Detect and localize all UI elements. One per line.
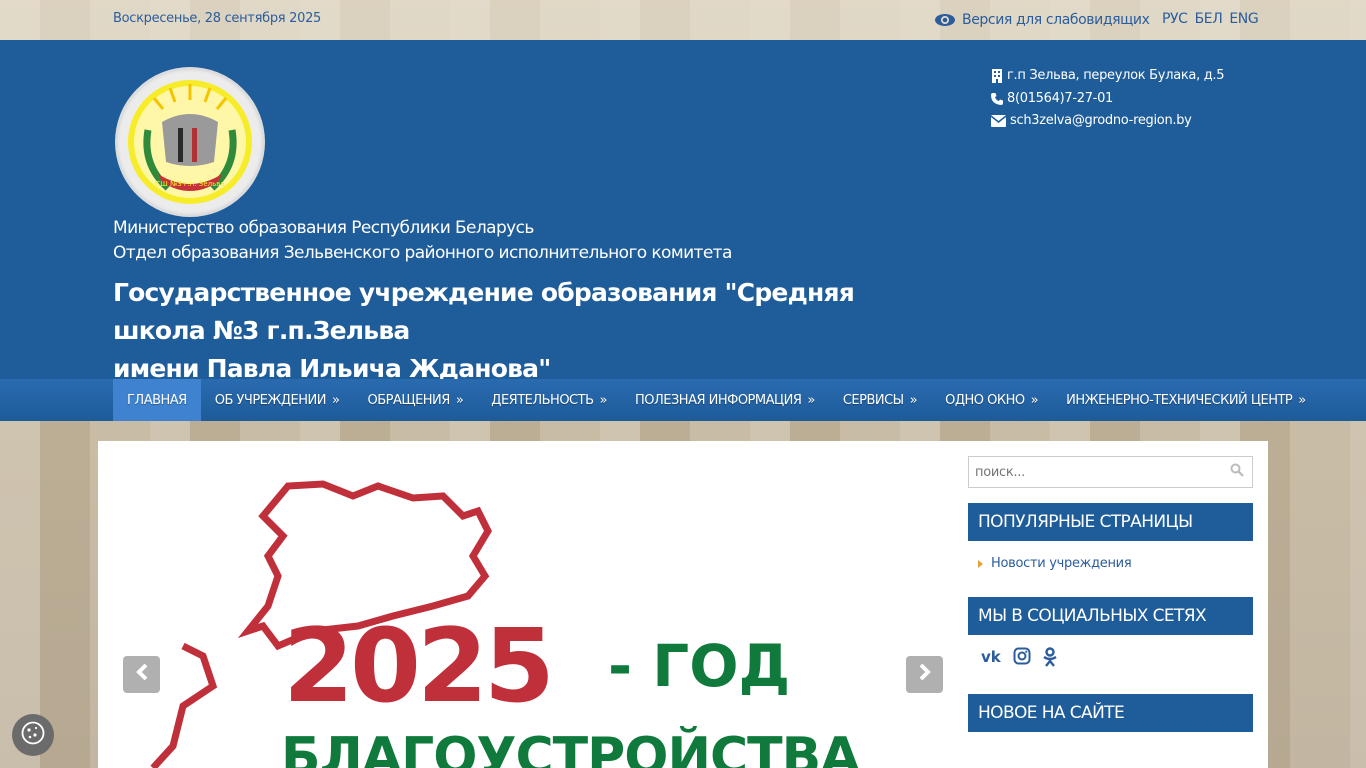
nav-item-home[interactable]: Главная xyxy=(113,379,201,421)
chevron-left-icon xyxy=(135,663,149,686)
chevron-right-icon xyxy=(918,663,932,686)
popular-pages-title: Популярные страницы xyxy=(968,503,1253,541)
low-vision-link[interactable]: Версия для слабовидящих xyxy=(934,10,1150,30)
bullet-arrow-icon xyxy=(978,559,983,568)
email-text[interactable]: sch3zelva@grodno-region.by xyxy=(1010,110,1192,133)
school-title-line-1: Государственное учреждение образования "… xyxy=(113,278,855,345)
instagram-icon[interactable] xyxy=(1013,647,1031,672)
phone-row: 8(01564)7-27-01 xyxy=(991,88,1224,111)
search-icon[interactable] xyxy=(1230,463,1244,482)
popular-link-label: Новости учреждения xyxy=(991,556,1132,571)
nav-item-appeals[interactable]: Обращения» xyxy=(353,379,477,421)
lang-be[interactable]: БЕЛ xyxy=(1195,11,1223,27)
slide-year: 2025 xyxy=(283,607,551,726)
main-content: 2025 - ГОД БЛАГОУСТРОЙСТВА Популярные ст… xyxy=(98,441,1268,768)
language-switcher: РУС БЕЛ ENG xyxy=(1162,11,1259,27)
image-slider: 2025 - ГОД БЛАГОУСТРОЙСТВА xyxy=(113,456,948,768)
popular-link-news[interactable]: Новости учреждения xyxy=(978,556,1253,571)
nav-item-useful-info[interactable]: Полезная информация» xyxy=(621,379,829,421)
lang-en[interactable]: ENG xyxy=(1229,11,1258,27)
top-bar: Воскресенье, 28 сентября 2025 Версия для… xyxy=(0,0,1366,40)
search-box xyxy=(968,456,1253,488)
eye-icon xyxy=(934,13,956,27)
sidebar: Популярные страницы Новости учреждения М… xyxy=(968,456,1253,732)
email-row: sch3zelva@grodno-region.by xyxy=(991,110,1224,133)
lang-ru[interactable]: РУС xyxy=(1162,11,1188,27)
cookie-icon xyxy=(20,720,46,751)
new-on-site-title: Новое на сайте xyxy=(968,694,1253,732)
envelope-icon xyxy=(991,115,1006,128)
address-text: г.п Зельва, переулок Булака, д.5 xyxy=(1007,68,1225,83)
nav-item-activity[interactable]: Деятельность» xyxy=(477,379,621,421)
school-title: Государственное учреждение образования "… xyxy=(113,274,943,388)
main-navigation: Главная Об учреждении» Обращения» Деятел… xyxy=(0,379,1366,421)
slider-next-button[interactable] xyxy=(906,656,943,693)
svg-text:vk: vk xyxy=(981,648,1002,665)
ministry-block: Министерство образования Республики Бела… xyxy=(113,216,732,266)
nav-item-services[interactable]: Сервисы» xyxy=(829,379,931,421)
contacts-block: г.п Зельва, переулок Булака, д.5 8(01564… xyxy=(991,65,1225,133)
slide-subtitle: БЛАГОУСТРОЙСТВА xyxy=(281,726,860,768)
site-header: СШ №3 г.п. Зельва Министерство образован… xyxy=(0,40,1366,383)
social-title: Мы в социальных сетях xyxy=(968,597,1253,635)
slide-year-suffix: - ГОД xyxy=(608,632,790,700)
ministry-line-1: Министерство образования Республики Бела… xyxy=(113,218,534,238)
vk-icon[interactable]: vk xyxy=(981,647,1003,672)
social-links: vk xyxy=(981,647,1253,672)
slide-banner: 2025 - ГОД БЛАГОУСТРОЙСТВА xyxy=(150,480,861,768)
nav-item-one-window[interactable]: Одно окно» xyxy=(931,379,1052,421)
school-logo[interactable]: СШ №3 г.п. Зельва xyxy=(115,67,265,217)
building-icon xyxy=(991,69,1003,84)
nav-item-engineering-center[interactable]: Инженерно-технический центр» xyxy=(1052,379,1320,421)
search-input[interactable] xyxy=(975,464,1215,480)
odnoklassniki-icon[interactable] xyxy=(1041,647,1059,672)
cookie-settings-button[interactable] xyxy=(12,714,54,756)
slider-prev-button[interactable] xyxy=(123,656,160,693)
phone-text[interactable]: 8(01564)7-27-01 xyxy=(1007,88,1113,111)
low-vision-label: Версия для слабовидящих xyxy=(962,12,1150,28)
phone-icon xyxy=(991,92,1003,105)
logo-caption: СШ №3 г.п. Зельва xyxy=(155,180,224,188)
current-date: Воскресенье, 28 сентября 2025 xyxy=(113,11,322,26)
nav-item-about[interactable]: Об учреждении» xyxy=(201,379,354,421)
ministry-line-2: Отдел образования Зельвенского районного… xyxy=(113,243,732,263)
address-row: г.п Зельва, переулок Булака, д.5 xyxy=(991,65,1225,88)
